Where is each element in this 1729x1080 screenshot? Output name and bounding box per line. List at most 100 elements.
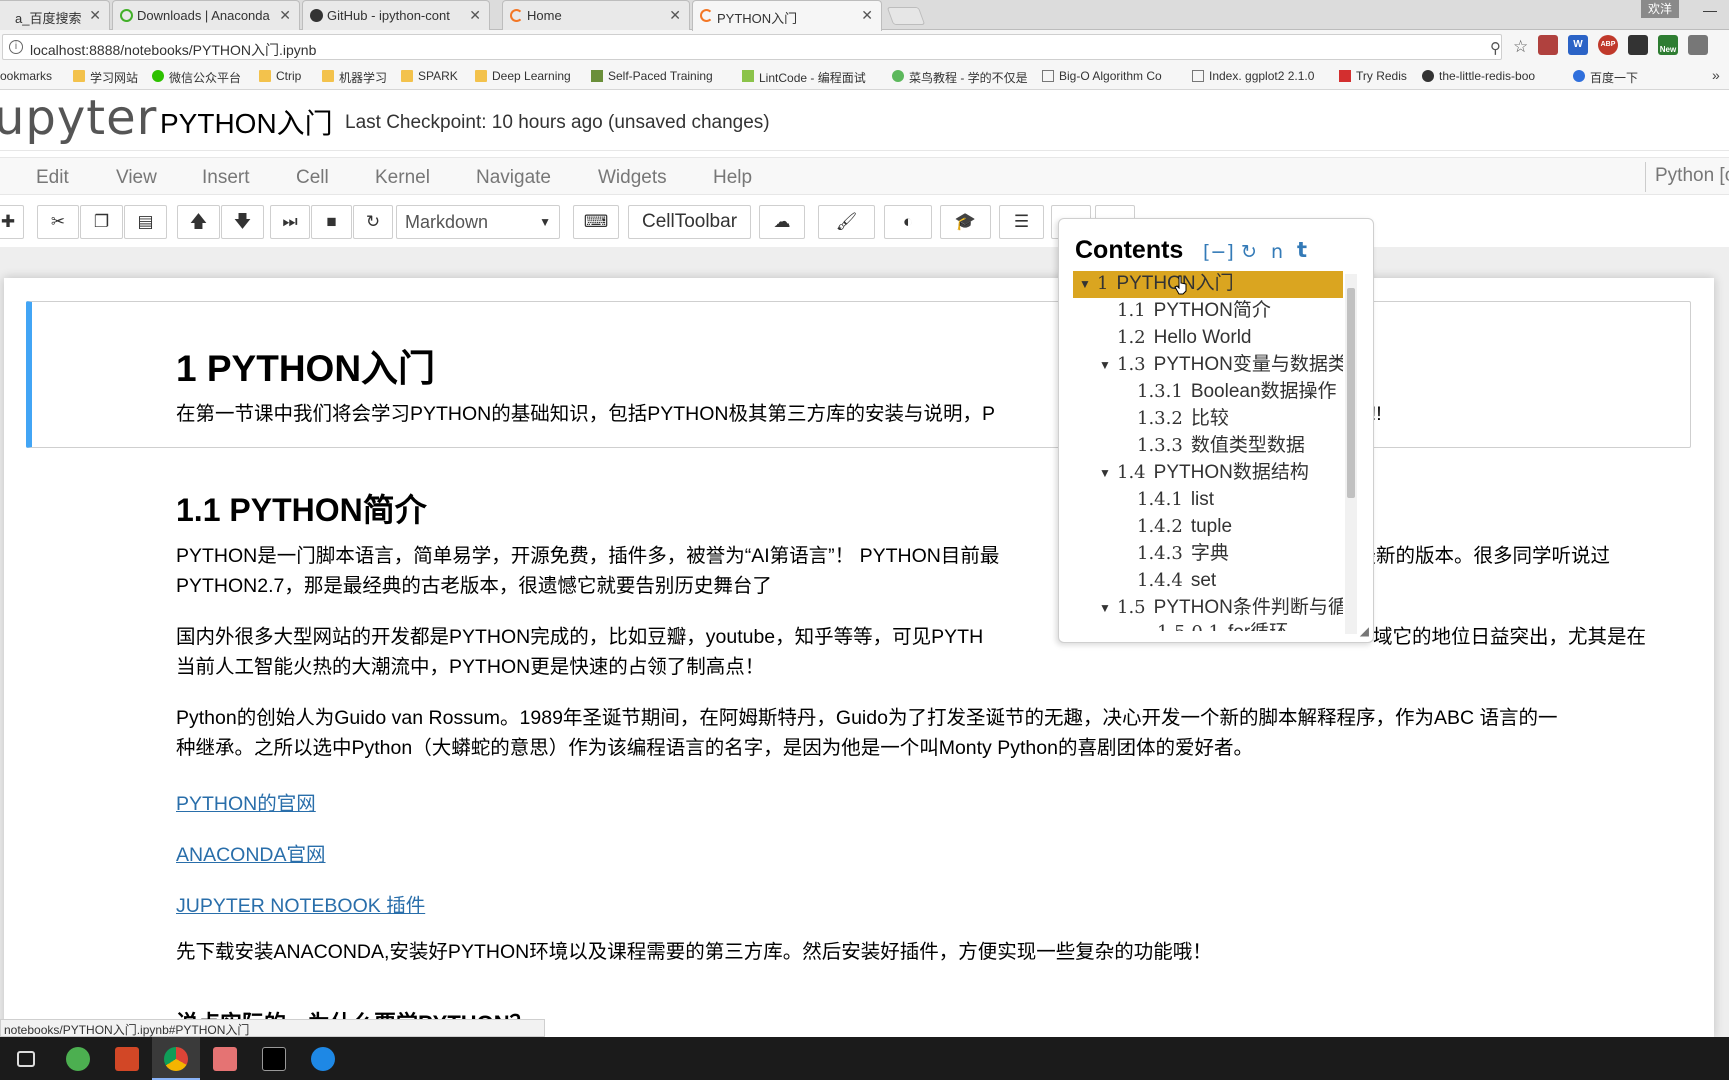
upload-button[interactable]: ☁: [759, 205, 805, 239]
toc-item[interactable]: 1.4.4 set: [1073, 568, 1343, 595]
jupyter-extension-link[interactable]: JUPYTER NOTEBOOK 插件: [176, 889, 425, 918]
browser-tab[interactable]: Downloads | Anaconda ✕: [112, 0, 300, 30]
caret-down-icon[interactable]: ▼: [1099, 595, 1111, 621]
restart-button[interactable]: ↻: [353, 205, 393, 239]
toc-refresh-icon[interactable]: ↻: [1241, 241, 1257, 263]
toc-button[interactable]: ☰: [999, 205, 1044, 239]
menu-icon[interactable]: [1688, 35, 1708, 55]
toc-item[interactable]: 1.3.2 比较: [1073, 406, 1343, 433]
taskbar-powerpoint[interactable]: [103, 1037, 151, 1080]
toc-item[interactable]: 1.4.2 tuple: [1073, 514, 1343, 541]
notebook-title[interactable]: PYTHON入门: [160, 102, 333, 142]
bookmark-item[interactable]: Self-Paced Training: [591, 69, 713, 83]
caret-down-icon[interactable]: ▼: [1079, 271, 1091, 297]
kernel-indicator[interactable]: Python [c: [1645, 162, 1729, 192]
bookmark-item[interactable]: 菜鸟教程 - 学的不仅是: [892, 69, 1028, 86]
url-text[interactable]: localhost:8888/notebooks/PYTHON入门.ipynb: [30, 40, 316, 60]
toc-item[interactable]: ▼ 1 PYTHON入门: [1073, 271, 1343, 298]
stop-button[interactable]: ■: [311, 205, 352, 239]
toc-item[interactable]: ▼ 1.5 PYTHON条件判断与循: [1073, 595, 1343, 622]
toc-item[interactable]: ▼ 1.4 PYTHON数据结构: [1073, 460, 1343, 487]
cell-type-select[interactable]: Markdown ▼: [396, 205, 560, 239]
menu-widgets[interactable]: Widgets: [598, 167, 667, 189]
add-cell-button[interactable]: ✚: [0, 205, 24, 239]
extension-icon[interactable]: [1628, 35, 1648, 55]
browser-tab-active[interactable]: PYTHON入门 ✕: [692, 0, 882, 31]
task-view-button[interactable]: [2, 1037, 50, 1080]
menu-help[interactable]: Help: [713, 167, 752, 189]
word-extension-icon[interactable]: W: [1568, 35, 1588, 55]
bookmark-item[interactable]: Try Redis: [1339, 69, 1407, 83]
scrollbar-thumb[interactable]: [1347, 288, 1355, 498]
toc-item[interactable]: 1.4.3 字典: [1073, 541, 1343, 568]
bookmark-item[interactable]: ookmarks: [0, 69, 52, 83]
close-icon[interactable]: ✕: [89, 7, 101, 24]
bookmark-item[interactable]: LintCode - 编程面试: [742, 69, 866, 86]
anaconda-website-link[interactable]: ANACONDA官网: [176, 838, 326, 867]
close-icon[interactable]: ✕: [279, 7, 291, 24]
minimize-icon[interactable]: —: [1703, 2, 1717, 18]
bookmark-item[interactable]: 百度一下: [1573, 69, 1638, 86]
toggle-button[interactable]: ◐: [884, 205, 932, 239]
close-icon[interactable]: ✕: [861, 7, 873, 24]
toc-item[interactable]: 1.3.3 数值类型数据: [1073, 433, 1343, 460]
toc-scrollbar[interactable]: [1345, 274, 1357, 634]
paste-button[interactable]: ▤: [124, 205, 167, 239]
celltoolbar-button[interactable]: CellToolbar: [628, 205, 751, 239]
bookmark-folder[interactable]: 学习网站: [73, 69, 138, 86]
close-icon[interactable]: ✕: [469, 7, 481, 24]
toc-item[interactable]: ▼ 1.3 PYTHON变量与数据类: [1073, 352, 1343, 379]
jupyter-logo[interactable]: upyter: [0, 90, 157, 146]
bookmark-item[interactable]: Index. ggplot2 2.1.0: [1192, 69, 1314, 83]
info-icon[interactable]: i: [9, 40, 23, 54]
new-tab-button[interactable]: [886, 7, 926, 25]
bookmark-item[interactable]: the-little-redis-boo: [1422, 69, 1535, 83]
browser-tab[interactable]: GitHub - ipython-cont ✕: [302, 0, 490, 30]
toc-item[interactable]: 1.2 Hello World: [1073, 325, 1343, 352]
taskbar-chrome[interactable]: [152, 1037, 200, 1080]
browser-tab[interactable]: Home ✕: [502, 0, 690, 30]
toc-item[interactable]: 1.5.0.1 for循环: [1073, 620, 1343, 631]
caret-down-icon[interactable]: ▼: [1099, 460, 1111, 486]
copy-button[interactable]: ❐: [80, 205, 123, 239]
move-down-button[interactable]: 🡇: [221, 205, 264, 239]
toc-toc-cell-toggle[interactable]: t: [1297, 238, 1307, 262]
chevron-right-icon[interactable]: »: [1712, 67, 1720, 83]
caret-down-icon[interactable]: ▼: [1099, 352, 1111, 378]
run-button[interactable]: ⏭: [270, 205, 310, 239]
toc-number-toggle[interactable]: n: [1271, 241, 1283, 263]
toc-item[interactable]: 1.3.1 Boolean数据操作: [1073, 379, 1343, 406]
toc-collapse-button[interactable]: [−]: [1203, 241, 1234, 263]
taskbar-app[interactable]: [54, 1037, 102, 1080]
bookmark-item[interactable]: Big-O Algorithm Co: [1042, 69, 1162, 83]
adblock-icon[interactable]: ABP: [1598, 35, 1618, 55]
taskbar-edge[interactable]: [299, 1037, 347, 1080]
toc-item[interactable]: 1.4.1 list: [1073, 487, 1343, 514]
star-icon[interactable]: ☆: [1513, 37, 1528, 57]
menu-navigate[interactable]: Navigate: [476, 167, 551, 189]
profile-badge[interactable]: 欢洋: [1641, 0, 1679, 18]
bookmark-folder[interactable]: SPARK: [401, 69, 458, 83]
menu-view[interactable]: View: [116, 167, 157, 189]
format-button[interactable]: 🖌: [818, 205, 875, 239]
resize-handle-icon[interactable]: ◢: [1360, 624, 1369, 638]
move-up-button[interactable]: 🡅: [177, 205, 220, 239]
taskbar-app[interactable]: [201, 1037, 249, 1080]
bookmark-folder[interactable]: 机器学习: [322, 69, 387, 86]
taskbar-terminal[interactable]: [250, 1037, 298, 1080]
toc-item[interactable]: 1.1 PYTHON简介: [1073, 298, 1343, 325]
close-icon[interactable]: ✕: [669, 7, 681, 24]
extension-icon[interactable]: [1538, 35, 1558, 55]
bookmark-item[interactable]: 微信公众平台: [152, 69, 241, 86]
browser-tab[interactable]: a_百度搜索 ✕: [0, 0, 110, 30]
cut-button[interactable]: ✂: [37, 205, 79, 239]
zoom-icon[interactable]: ⚲: [1490, 39, 1501, 57]
command-palette-button[interactable]: ⌨: [573, 205, 619, 239]
bookmark-folder[interactable]: Ctrip: [259, 69, 301, 83]
url-field[interactable]: i localhost:8888/notebooks/PYTHON入门.ipyn…: [2, 34, 1528, 60]
bookmark-folder[interactable]: Deep Learning: [475, 69, 571, 83]
new-extension-icon[interactable]: New: [1658, 35, 1678, 55]
nbextension-button[interactable]: 🎓: [940, 205, 991, 239]
python-website-link[interactable]: PYTHON的官网: [176, 787, 316, 816]
menu-cell[interactable]: Cell: [296, 167, 329, 189]
